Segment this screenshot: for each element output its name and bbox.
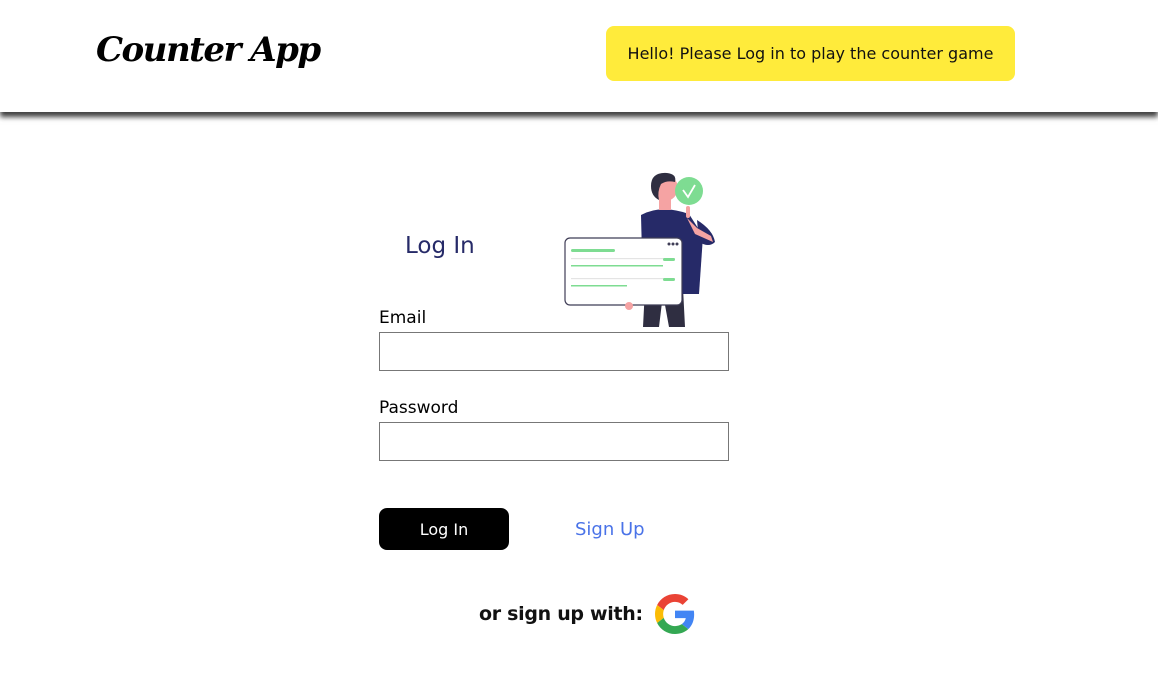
google-icon[interactable] [654, 594, 695, 634]
app-logo[interactable]: Counter App [96, 30, 321, 70]
email-label: Email [379, 308, 427, 328]
email-input[interactable] [379, 332, 729, 371]
alt-signup-text: or sign up with: [479, 603, 643, 625]
signup-link[interactable]: Sign Up [575, 519, 645, 540]
alt-signup-row: or sign up with: [479, 594, 695, 634]
header: Counter App Hello! Please Log in to play… [0, 0, 1158, 112]
welcome-banner: Hello! Please Log in to play the counter… [606, 26, 1015, 81]
person-with-checklist-illustration [564, 172, 715, 327]
password-input[interactable] [379, 422, 729, 461]
password-label: Password [379, 398, 459, 418]
login-title: Log In [405, 233, 475, 259]
welcome-banner-text: Hello! Please Log in to play the counter… [627, 44, 994, 63]
login-button[interactable]: Log In [379, 508, 509, 550]
